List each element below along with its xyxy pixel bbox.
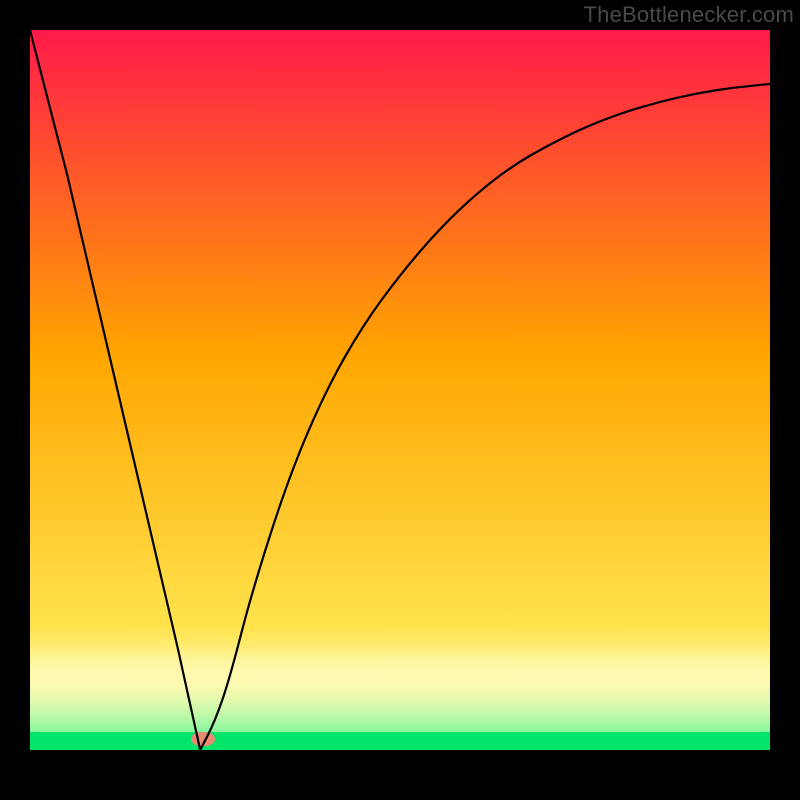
plot-gradient-background [30, 30, 770, 750]
watermark-label: TheBottlenecker.com [584, 2, 794, 28]
minimum-marker [191, 732, 215, 746]
chart-frame: TheBottlenecker.com [0, 0, 800, 800]
pale-yellow-band [30, 646, 770, 732]
green-baseline-band [30, 732, 770, 750]
